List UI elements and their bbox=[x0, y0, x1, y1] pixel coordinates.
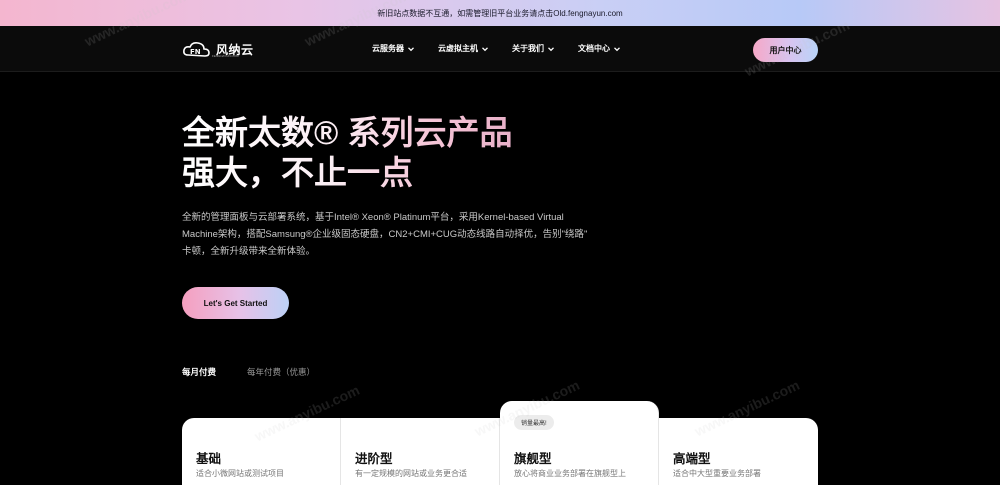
plan-name: 基础 bbox=[196, 452, 222, 466]
brand-tagline: FENGNAYUN.COM bbox=[212, 54, 239, 58]
plan-name: 旗舰型 bbox=[514, 452, 552, 466]
menu-item-label: 云服务器 bbox=[372, 44, 404, 53]
billing-monthly-tab[interactable]: 每月付费 bbox=[182, 366, 216, 378]
best-seller-badge: 销量最高! bbox=[514, 415, 554, 430]
menu-item-about[interactable]: 关于我们 bbox=[512, 43, 555, 54]
chevron-down-icon bbox=[614, 46, 620, 51]
hero-description: 全新的管理面板与云部署系统，基于Intel® Xeon® Platinum平台，… bbox=[182, 209, 607, 260]
brand-logo[interactable]: FN 风纳云 FENGNAYUN.COM bbox=[182, 39, 254, 59]
cloud-logo-icon: FN bbox=[183, 42, 210, 57]
plan-description: 放心将商业业务部署在旗舰型上 bbox=[514, 469, 626, 478]
plan-card-advanced[interactable]: 进阶型 有一定规模的网站或业务更合适 bbox=[341, 418, 500, 485]
chevron-down-icon bbox=[482, 46, 488, 51]
billing-yearly-tab[interactable]: 每年付费（优惠） bbox=[247, 366, 315, 378]
hero-title-line1: 全新太数® 系列云产品 bbox=[182, 114, 513, 151]
plan-description: 适合中大型重要业务部署 bbox=[673, 469, 761, 478]
hero-desc-line3: 卡顿，全新升级带来全新体验。 bbox=[182, 246, 316, 257]
menu-item-label: 文档中心 bbox=[578, 44, 610, 53]
top-navbar: FN 风纳云 FENGNAYUN.COM 云服务器 云虚拟主机 关于我们 文档中… bbox=[0, 26, 1000, 72]
menu-item-label: 云虚拟主机 bbox=[438, 44, 478, 53]
main-menu: 云服务器 云虚拟主机 关于我们 文档中心 bbox=[372, 43, 621, 54]
menu-item-virtual-host[interactable]: 云虚拟主机 bbox=[438, 43, 489, 54]
menu-item-cloud-server[interactable]: 云服务器 bbox=[372, 43, 415, 54]
menu-item-docs[interactable]: 文档中心 bbox=[578, 43, 621, 54]
plan-card-premium[interactable]: 高端型 适合中大型重要业务部署 bbox=[659, 418, 818, 485]
chevron-down-icon bbox=[408, 46, 414, 51]
plan-card-flagship[interactable]: 销量最高! 旗舰型 放心将商业业务部署在旗舰型上 bbox=[500, 401, 659, 485]
announcement-bar[interactable]: 新旧站点数据不互通，如需管理旧平台业务请点击Old.fengnayun.com bbox=[0, 0, 1000, 26]
chevron-down-icon bbox=[548, 46, 554, 51]
hero-desc-line2: Machine架构，搭配Samsung®企业级固态硬盘，CN2+CMI+CUG动… bbox=[182, 229, 588, 240]
hero-title-line2: 强大，不止一点 bbox=[182, 154, 413, 191]
get-started-button[interactable]: Let's Get Started bbox=[182, 287, 289, 319]
billing-toggle: 每月付费 每年付费（优惠） bbox=[182, 366, 315, 378]
svg-text:FN: FN bbox=[190, 48, 201, 56]
announcement-text[interactable]: 新旧站点数据不互通，如需管理旧平台业务请点击Old.fengnayun.com bbox=[377, 8, 622, 19]
hero-title: 全新太数® 系列云产品 强大，不止一点 bbox=[182, 113, 512, 193]
menu-item-label: 关于我们 bbox=[512, 44, 544, 53]
plan-description: 适合小微网站或测试项目 bbox=[196, 469, 284, 478]
plan-name: 进阶型 bbox=[355, 452, 393, 466]
hero-desc-line1: 全新的管理面板与云部署系统，基于Intel® Xeon® Platinum平台，… bbox=[182, 212, 564, 223]
plan-name: 高端型 bbox=[673, 452, 711, 466]
plan-description: 有一定规模的网站或业务更合适 bbox=[355, 469, 467, 478]
plan-card-basic[interactable]: 基础 适合小微网站或测试项目 bbox=[182, 418, 341, 485]
user-center-button[interactable]: 用户中心 bbox=[753, 38, 818, 62]
